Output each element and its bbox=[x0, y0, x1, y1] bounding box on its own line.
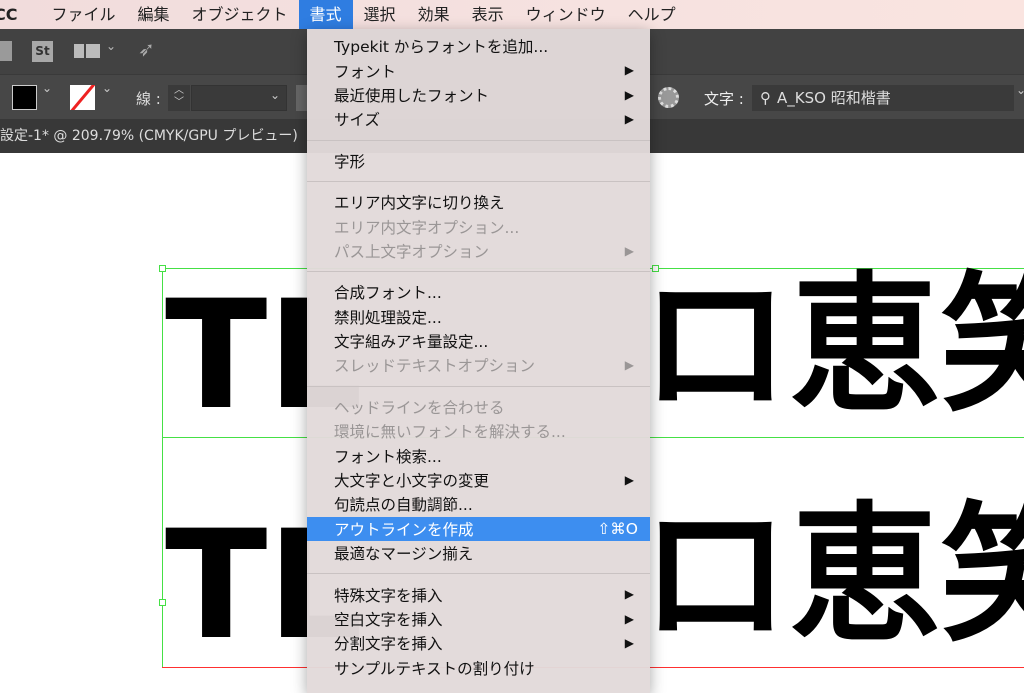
menu-item-label: 最適なマージン揃え bbox=[334, 545, 474, 564]
menu-item-label: サイズ bbox=[334, 111, 381, 130]
menu-separator bbox=[307, 565, 650, 582]
menubar-item[interactable]: ファイル bbox=[40, 0, 126, 29]
menubar-item[interactable]: オブジェクト bbox=[181, 0, 299, 29]
menu-item-label: 空白文字を挿入 bbox=[334, 611, 443, 629]
menu-item[interactable]: フォント ▶ bbox=[307, 58, 650, 82]
menu-item-label: エリア内文字に切り換え bbox=[334, 194, 505, 213]
menubar-item[interactable]: 表示 bbox=[461, 0, 515, 29]
menu-item[interactable]: 字形 bbox=[307, 149, 650, 173]
br-icon[interactable] bbox=[0, 41, 12, 61]
menu-item-label: フォント検索... bbox=[334, 447, 442, 466]
menu-item-label: 句読点の自動調節... bbox=[334, 496, 473, 515]
menu-item-label: エリア内文字オプション... bbox=[334, 218, 520, 237]
menubar-item[interactable]: ウィンドウ bbox=[515, 0, 617, 29]
menu-item[interactable]: アウトラインを作成 ⇧⌘O bbox=[307, 516, 650, 542]
text-line-1-right: ロ恵笑 bbox=[640, 259, 1024, 433]
menu-item-label: ヘッドラインを合わせる bbox=[334, 398, 505, 417]
submenu-arrow-icon: ▶ bbox=[624, 243, 634, 258]
document-tab[interactable]: 設定-1* @ 209.79% (CMYK/GPU プレビュー) bbox=[0, 119, 298, 153]
menu-item: パス上文字オプション ▶ bbox=[307, 239, 650, 263]
stock-button[interactable]: St bbox=[32, 41, 53, 62]
menu-item-label: アウトラインを作成 bbox=[334, 520, 474, 539]
menu-item[interactable]: 特殊文字を挿入 ▶ bbox=[307, 582, 650, 606]
menu-item-label: サンプルテキストの割り付け bbox=[334, 659, 535, 678]
menubar-item[interactable]: 効果 bbox=[407, 0, 461, 29]
menu-item[interactable]: 分割文字を挿入 ▶ bbox=[307, 631, 650, 655]
chevron-down-icon[interactable]: ⌄ bbox=[1016, 83, 1024, 97]
menu-item-label: 文字組みアキ量設定... bbox=[334, 333, 489, 352]
menu-item[interactable]: サンプルテキストの割り付け bbox=[307, 656, 650, 680]
menu-item-label: Typekit からフォントを追加... bbox=[334, 38, 549, 57]
menu-item-label: 大文字と小文字の変更 bbox=[334, 472, 490, 491]
menubar-item[interactable]: 編集 bbox=[127, 0, 181, 29]
menu-item[interactable]: Typekit からフォントを追加... bbox=[307, 34, 650, 58]
menu-item: 環境に無いフォントを解決する... bbox=[307, 419, 650, 443]
chevron-down-icon[interactable]: ⌄ bbox=[42, 81, 52, 95]
submenu-arrow-icon: ▶ bbox=[624, 63, 634, 78]
submenu-arrow-icon: ▶ bbox=[624, 87, 634, 102]
font-value: A_KSO 昭和楷書 bbox=[777, 89, 891, 107]
menu-item-label: 字形 bbox=[334, 152, 366, 171]
search-icon: ⚲ bbox=[760, 89, 771, 107]
menu-item-label: 禁則処理設定... bbox=[334, 308, 442, 327]
recolor-icon[interactable] bbox=[658, 87, 679, 108]
fill-swatch[interactable] bbox=[12, 85, 37, 110]
chevron-down-icon[interactable]: ⌄ bbox=[106, 39, 116, 53]
submenu-arrow-icon: ▶ bbox=[624, 112, 634, 127]
stroke-width-input[interactable]: ⌄ bbox=[191, 85, 287, 111]
font-search-input[interactable]: ⚲ A_KSO 昭和楷書 bbox=[752, 85, 1014, 111]
menu-item[interactable]: フォント検索... bbox=[307, 443, 650, 467]
menu-item-label: フォント bbox=[334, 62, 397, 81]
app-menu[interactable]: CC bbox=[0, 0, 28, 29]
menu-item-label: 最近使用したフォント bbox=[334, 86, 490, 105]
menu-item: ヘッドラインを合わせる bbox=[307, 395, 650, 419]
menu-item: エリア内文字オプション... bbox=[307, 214, 650, 238]
menubar-item[interactable]: ヘルプ bbox=[617, 0, 687, 29]
menu-item[interactable]: 空白文字を挿入 ▶ bbox=[307, 607, 650, 631]
menu-item-label: スレッドテキストオプション bbox=[334, 357, 536, 376]
menu-separator bbox=[307, 132, 650, 149]
menu-item-label: 特殊文字を挿入 bbox=[334, 586, 443, 605]
menu-item: スレッドテキストオプション ▶ bbox=[307, 353, 650, 377]
menu-item[interactable]: サイズ ▶ bbox=[307, 107, 650, 131]
menu-item[interactable]: エリア内文字に切り換え bbox=[307, 190, 650, 214]
menu-bar: CC ファイル編集オブジェクト書式選択効果表示ウィンドウヘルプ bbox=[0, 0, 1024, 29]
menu-item[interactable]: 句読点の自動調節... bbox=[307, 492, 650, 516]
character-label: 文字 : bbox=[704, 90, 744, 108]
type-menu-dropdown: Typekit からフォントを追加... フォント ▶ 最近使用したフォント ▶ サイズ ▶… bbox=[307, 29, 650, 693]
menu-item[interactable]: 合成フォント... bbox=[307, 280, 650, 304]
menu-separator bbox=[307, 173, 650, 190]
submenu-arrow-icon: ▶ bbox=[624, 587, 634, 602]
menu-item[interactable]: 最適なマージン揃え bbox=[307, 541, 650, 565]
menu-item[interactable]: 大文字と小文字の変更 ▶ bbox=[307, 468, 650, 492]
shortcut-label: ⇧⌘O bbox=[597, 519, 638, 538]
menu-item-label: 合成フォント... bbox=[334, 284, 442, 303]
submenu-arrow-icon: ▶ bbox=[624, 472, 634, 487]
menubar-item[interactable]: 書式 bbox=[298, 0, 353, 29]
menu-item[interactable]: 最近使用したフォント ▶ bbox=[307, 83, 650, 107]
workspace-layout-icon[interactable] bbox=[74, 44, 100, 58]
menu-separator bbox=[307, 263, 650, 280]
submenu-arrow-icon: ▶ bbox=[624, 636, 634, 651]
menu-separator bbox=[307, 378, 650, 395]
menu-item[interactable]: 禁則処理設定... bbox=[307, 305, 650, 329]
stroke-stepper[interactable]: ︿ ﹀ bbox=[168, 85, 190, 111]
menu-item-label: 分割文字を挿入 bbox=[334, 635, 443, 654]
menu-item[interactable]: 文字組みアキ量設定... bbox=[307, 329, 650, 353]
menu-item-label: 環境に無いフォントを解決する... bbox=[334, 423, 566, 442]
text-line-2-right: ロ恵笑 bbox=[640, 489, 1024, 663]
rocket-icon[interactable]: ➶ bbox=[138, 37, 155, 61]
chevron-down-icon[interactable]: ⌄ bbox=[102, 81, 112, 95]
menubar-item[interactable]: 選択 bbox=[353, 0, 407, 29]
stroke-swatch-none[interactable] bbox=[70, 85, 95, 110]
submenu-arrow-icon: ▶ bbox=[624, 358, 634, 373]
menu-item-label: パス上文字オプション bbox=[334, 242, 490, 261]
submenu-arrow-icon: ▶ bbox=[624, 611, 634, 626]
stroke-label: 線 : bbox=[136, 90, 161, 108]
